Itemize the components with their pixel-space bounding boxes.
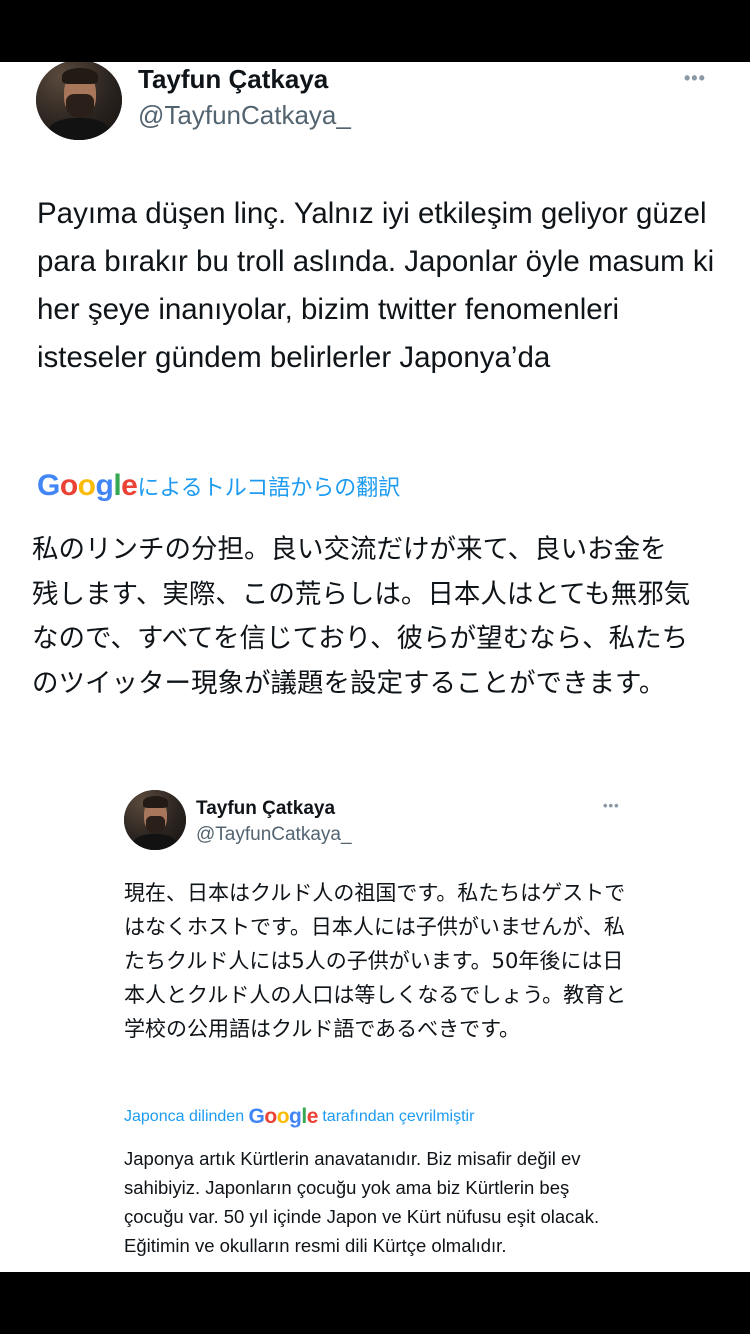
quoted-author-name: Tayfun Çatkaya (196, 798, 336, 819)
quoted-translated-text: Japonya artık Kürtlerin anavatanıdır. Bi… (124, 1148, 600, 1256)
more-options-icon[interactable]: ••• (684, 68, 706, 89)
translated-text: 私のリンチの分担。良い交流だけが来て、良いお金を残します、実際、この荒らしは。日… (32, 534, 691, 699)
tweet-text: Payıma düşen linç. Yalnız iyi etkileşim … (37, 197, 715, 374)
quoted-translation-attribution: Japonca dilinden Google tarafından çevri… (124, 1102, 474, 1132)
quoted-tweet-text: 現在、日本はクルド人の祖国です。私たちはゲストではなくホストです。日本人には子供… (124, 881, 627, 1041)
translation-label: によるトルコ語からの翻訳 (137, 476, 401, 501)
author-handle[interactable]: @TayfunCatkaya_ (138, 100, 351, 131)
author-name[interactable]: Tayfun Çatkaya (138, 64, 328, 95)
quoted-author-avatar (124, 790, 186, 850)
quoted-translation-suffix: tarafından çevrilmiştir (317, 1108, 475, 1125)
quoted-translation-prefix: Japonca dilinden (124, 1108, 249, 1125)
quoted-author-handle: @TayfunCatkaya_ (196, 824, 352, 845)
author-avatar[interactable] (36, 62, 122, 140)
quoted-google-logo-icon: Google (248, 1105, 319, 1128)
translation-attribution[interactable]: Google によるトルコ語からの翻訳 (37, 466, 400, 506)
google-logo-icon: Google (37, 469, 138, 502)
quoted-more-options-icon: ••• (603, 798, 620, 813)
tweet-detail-screen: Tayfun Çatkaya @TayfunCatkaya_ ••• Payım… (0, 62, 750, 1272)
